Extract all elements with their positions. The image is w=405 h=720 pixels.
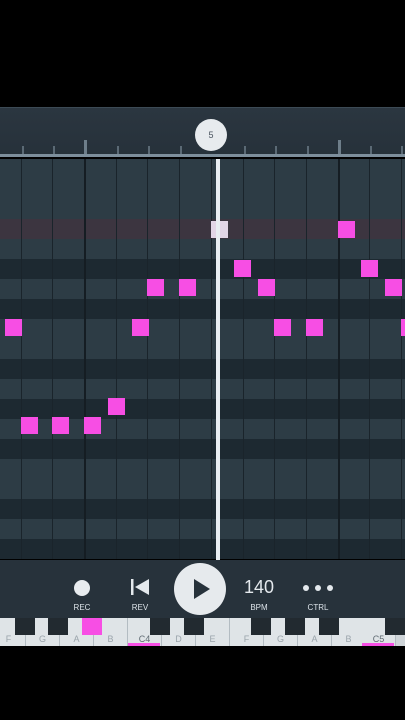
grid-row — [0, 399, 405, 419]
note[interactable] — [132, 319, 149, 336]
note[interactable] — [179, 279, 196, 296]
bpm-control[interactable]: 140 BPM — [238, 560, 280, 618]
ctrl-button[interactable]: CTRL — [296, 560, 340, 618]
ruler-tick — [401, 146, 403, 154]
grid-row — [0, 479, 405, 499]
note[interactable] — [52, 417, 69, 434]
note[interactable] — [306, 319, 323, 336]
grid-row — [0, 379, 405, 399]
note[interactable] — [258, 279, 275, 296]
grid-row — [0, 319, 405, 339]
grid-line — [274, 159, 275, 559]
play-button[interactable] — [174, 563, 226, 615]
black-key[interactable] — [184, 618, 204, 635]
grid-line — [369, 159, 370, 559]
note[interactable] — [338, 221, 355, 238]
ruler-tick — [53, 146, 55, 154]
grid-row — [0, 259, 405, 279]
grid-line — [147, 159, 148, 559]
rec-label: REC — [73, 603, 91, 612]
key-label: F — [243, 634, 250, 644]
rev-button[interactable]: REV — [120, 560, 160, 618]
note[interactable] — [108, 398, 125, 415]
black-key[interactable] — [285, 618, 305, 635]
grid-row — [0, 439, 405, 459]
ruler-baseline — [0, 154, 405, 157]
grid-line — [116, 159, 117, 559]
ruler-tick — [307, 146, 309, 154]
play-icon — [194, 579, 210, 599]
black-key-active[interactable] — [82, 618, 102, 635]
piano-keyboard[interactable]: F G A B C4 D E F G A B C5 — [0, 618, 405, 646]
ruler-tick — [22, 146, 24, 154]
rec-button[interactable]: REC — [62, 560, 102, 618]
key-label: G — [38, 634, 46, 644]
key-label: E — [209, 634, 216, 644]
ruler-tick — [117, 146, 119, 154]
note[interactable] — [385, 279, 402, 296]
grid-line — [52, 159, 53, 559]
grid-row — [0, 299, 405, 319]
note[interactable] — [147, 279, 164, 296]
grid-line — [306, 159, 307, 559]
note[interactable] — [401, 319, 405, 336]
grid-bar-line — [84, 159, 86, 559]
grid-row — [0, 179, 405, 199]
ctrl-label: CTRL — [307, 603, 329, 612]
grid-line — [211, 159, 212, 559]
black-key[interactable] — [319, 618, 339, 635]
record-icon — [74, 580, 90, 596]
note[interactable] — [274, 319, 291, 336]
ruler-tick — [148, 146, 150, 154]
grid-row — [0, 519, 405, 539]
octave-marker — [362, 643, 394, 646]
grid-line — [401, 159, 402, 559]
key-label: G — [276, 634, 284, 644]
grid-line — [243, 159, 244, 559]
grid-bar-line — [338, 159, 340, 559]
note-grid[interactable] — [0, 159, 405, 559]
note[interactable] — [21, 417, 38, 434]
key-label: F — [5, 634, 12, 644]
grid-row — [0, 359, 405, 379]
black-key[interactable] — [385, 618, 405, 635]
note[interactable] — [5, 319, 22, 336]
grid-row — [0, 539, 405, 559]
octave-marker — [128, 643, 160, 646]
ruler-tick — [244, 146, 246, 154]
note[interactable] — [234, 260, 251, 277]
grid-row — [0, 279, 405, 299]
grid-line — [179, 159, 180, 559]
rev-label: REV — [131, 603, 149, 612]
key-label: A — [311, 634, 318, 644]
playhead-position-bubble[interactable]: 5 — [195, 119, 227, 151]
note[interactable] — [361, 260, 378, 277]
grid-row — [0, 199, 405, 219]
key-label: A — [73, 634, 80, 644]
ruler-tick — [84, 140, 87, 154]
grid-row — [0, 159, 405, 179]
black-key[interactable] — [150, 618, 170, 635]
key-label: B — [345, 634, 352, 644]
ruler-tick — [370, 146, 372, 154]
note[interactable] — [84, 417, 101, 434]
grid-row — [0, 339, 405, 359]
bpm-value: 140 — [243, 577, 275, 597]
black-key[interactable] — [15, 618, 35, 635]
grid-row — [0, 459, 405, 479]
piano-roll-app: 5 REC REV 140 BPM CTRL F G A B C4 D E F … — [0, 0, 405, 720]
grid-line — [21, 159, 22, 559]
ruler-tick — [338, 140, 341, 154]
grid-row — [0, 239, 405, 259]
key-label: B — [107, 634, 114, 644]
grid-row — [0, 499, 405, 519]
skip-back-icon — [131, 579, 149, 595]
black-key[interactable] — [48, 618, 68, 635]
ruler-tick — [275, 146, 277, 154]
bpm-label: BPM — [250, 603, 268, 612]
key-label: D — [175, 634, 182, 644]
black-key[interactable] — [251, 618, 271, 635]
ruler-tick — [180, 146, 182, 154]
playhead-line[interactable] — [216, 159, 220, 560]
